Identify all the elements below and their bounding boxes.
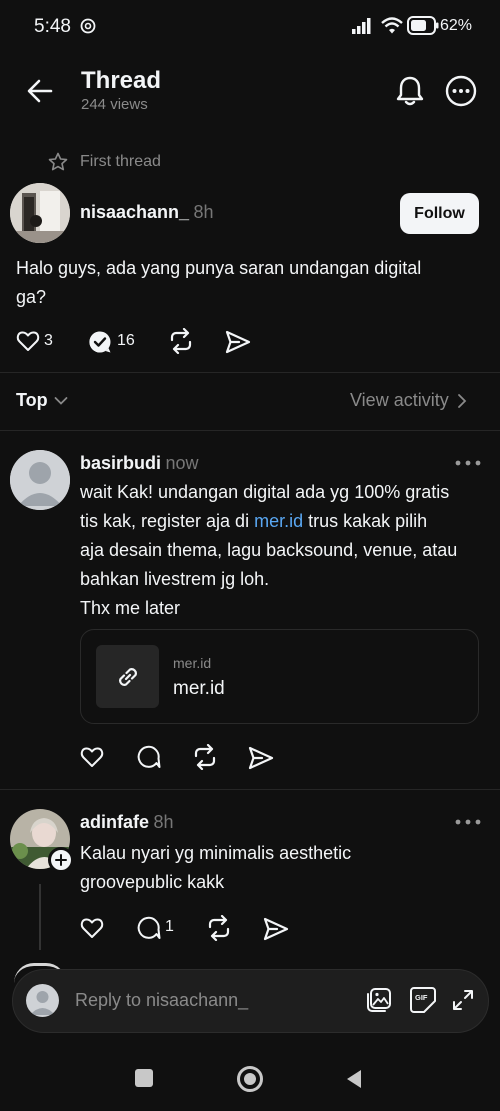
reply-time: now — [165, 453, 199, 473]
chevron-down-icon — [54, 396, 68, 405]
reply-text-line: Kalau nyari yg minimalis aesthetic — [80, 843, 352, 863]
battery-icon — [407, 16, 439, 35]
reply-text-line: wait Kak! undangan digital ada yg 100% g… — [80, 482, 450, 502]
reply-time: 8h — [153, 812, 174, 832]
heart-icon[interactable] — [16, 330, 40, 352]
chevron-right-icon — [457, 393, 466, 408]
wifi-icon — [381, 17, 403, 34]
more-dots-icon[interactable] — [455, 460, 481, 466]
reply-text-span: tis kak, register aja di — [80, 511, 255, 531]
post-username[interactable]: nisaachann_ — [80, 202, 189, 222]
svg-text:GIF: GIF — [415, 993, 428, 1002]
reply-text: wait Kak! undangan digital ada yg 100% g… — [80, 478, 490, 623]
divider — [0, 789, 500, 790]
view-count: 244 views — [81, 96, 148, 113]
view-activity-label: View activity — [350, 390, 449, 410]
reply-icon[interactable] — [88, 330, 112, 354]
avatar[interactable] — [10, 183, 70, 243]
system-nav-bar — [0, 1045, 500, 1111]
divider — [0, 430, 500, 431]
view-activity-link[interactable]: View activity — [350, 390, 467, 411]
link-icon — [118, 667, 137, 686]
divider — [0, 372, 500, 373]
reply-header: basirbudi now — [80, 453, 199, 474]
reply-username[interactable]: adinfafe — [80, 812, 149, 832]
link-title: mer.id — [173, 678, 225, 699]
post-text-line: ga? — [16, 287, 47, 307]
share-icon[interactable] — [225, 330, 251, 354]
reply-icon[interactable] — [137, 916, 161, 940]
link-domain: mer.id — [173, 655, 212, 671]
gallery-icon[interactable] — [366, 987, 392, 1013]
reply-text: Kalau nyari yg minimalis aesthetic groov… — [80, 839, 490, 897]
reply-header: adinfafe 8h — [80, 812, 174, 833]
back-arrow-icon[interactable] — [27, 79, 53, 103]
reply-text-line: aja desain thema, lagu backsound, venue,… — [80, 540, 458, 560]
share-icon[interactable] — [248, 746, 274, 770]
more-dots-icon[interactable] — [455, 819, 481, 825]
like-count: 3 — [44, 332, 53, 349]
post-text-line: Halo guys, ada yang punya saran undangan… — [16, 258, 422, 278]
link-thumbnail — [96, 645, 159, 708]
reply-input[interactable]: Reply to nisaachann_ — [75, 990, 248, 1011]
composer-avatar — [26, 984, 59, 1017]
gif-icon[interactable]: GIF — [409, 986, 437, 1014]
star-icon — [48, 152, 68, 171]
reply-text-line: bahkan livestrem jg loh. — [80, 569, 270, 589]
home-icon[interactable] — [237, 1066, 263, 1092]
recents-icon[interactable] — [135, 1069, 153, 1087]
share-icon[interactable] — [263, 917, 289, 941]
follow-plus-badge[interactable] — [48, 847, 74, 873]
repost-icon[interactable] — [168, 328, 194, 354]
threads-logo-icon — [80, 18, 96, 34]
reply-text-line: groovepublic kakk — [80, 872, 225, 892]
heart-icon[interactable] — [80, 917, 104, 939]
thread-line — [39, 884, 41, 950]
default-avatar-icon — [10, 450, 70, 510]
repost-icon[interactable] — [192, 744, 218, 770]
battery-percent: 62% — [439, 17, 472, 34]
avatar[interactable] — [10, 450, 70, 510]
sort-label: Top — [16, 390, 48, 410]
sort-dropdown[interactable]: Top — [16, 390, 68, 411]
reply-text-span: trus kakak pilih — [303, 511, 428, 531]
reply-username[interactable]: basirbudi — [80, 453, 161, 473]
status-bar: 5:48 62% — [0, 0, 500, 52]
follow-button[interactable]: Follow — [400, 193, 479, 234]
bell-icon[interactable] — [395, 75, 425, 107]
default-avatar-icon — [26, 984, 59, 1017]
reply-text-line: tis kak, register aja di mer.id trus kak… — [80, 507, 490, 536]
plus-icon — [55, 854, 67, 866]
heart-icon[interactable] — [80, 746, 104, 768]
back-triangle-icon[interactable] — [345, 1069, 363, 1089]
post-header: nisaachann_ 8h — [80, 202, 214, 223]
reply-icon[interactable] — [137, 745, 161, 769]
page-title: Thread — [81, 67, 162, 94]
post-text: Halo guys, ada yang punya saran undangan… — [16, 254, 486, 312]
inline-link[interactable]: mer.id — [254, 511, 303, 531]
status-time: 5:48 — [34, 16, 71, 37]
reply-count: 1 — [165, 918, 174, 935]
thread-header — [0, 55, 500, 130]
reply-text-line: Thx me later — [80, 598, 181, 618]
expand-icon[interactable] — [452, 989, 474, 1011]
post-time: 8h — [193, 202, 214, 222]
first-thread-label: First thread — [80, 153, 161, 170]
more-icon[interactable] — [445, 75, 477, 107]
repost-icon[interactable] — [206, 915, 232, 941]
reply-count: 16 — [117, 332, 135, 349]
signal-icon — [352, 18, 371, 34]
